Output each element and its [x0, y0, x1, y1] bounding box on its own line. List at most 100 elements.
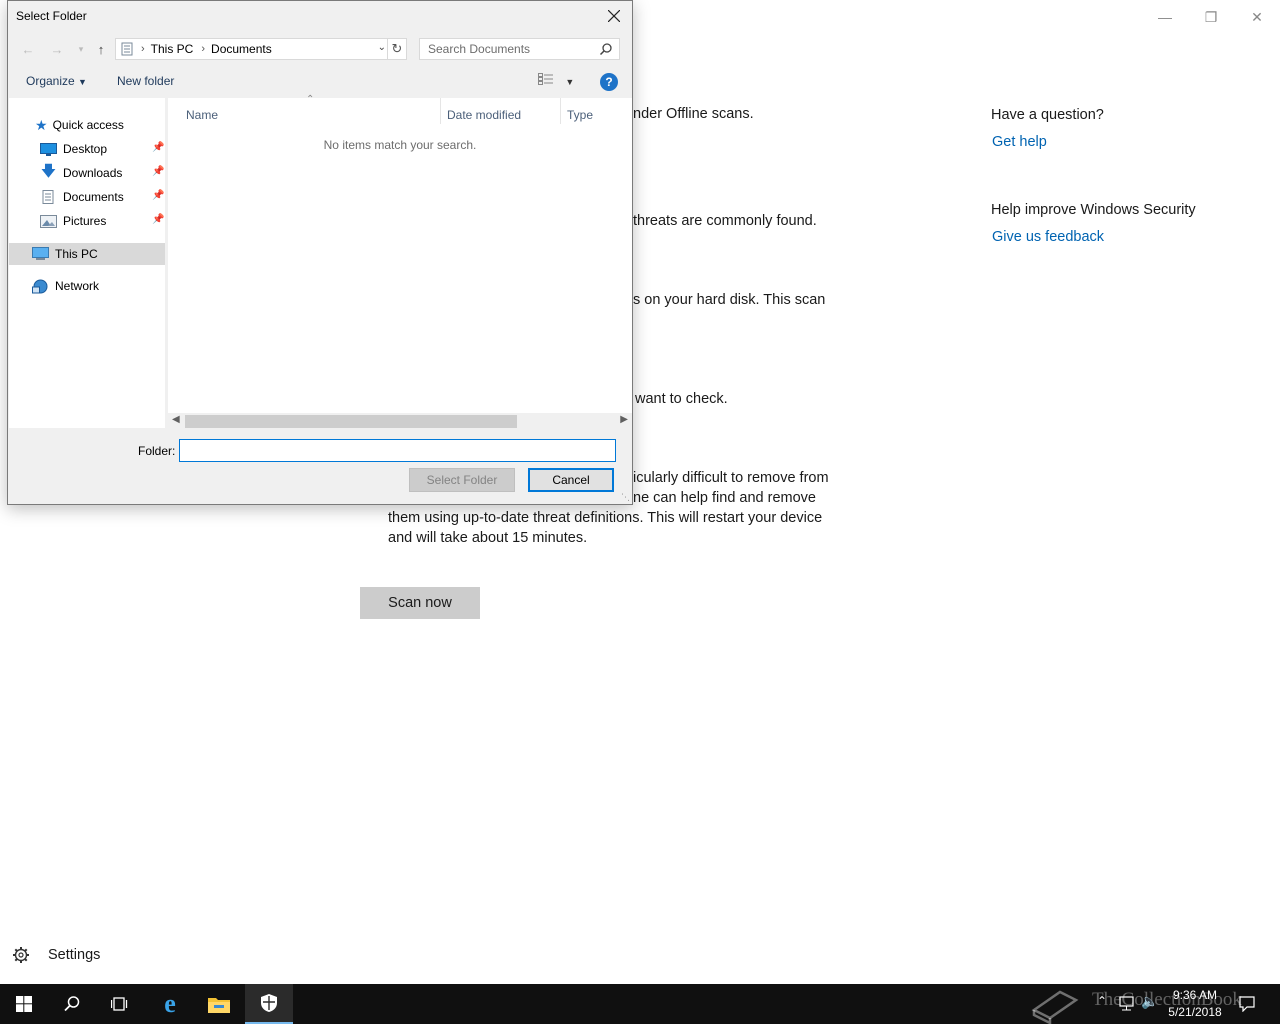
- nav-label: Desktop: [63, 142, 108, 156]
- recent-locations-button[interactable]: ▾: [72, 41, 90, 57]
- scrollbar-thumb[interactable]: [185, 415, 517, 428]
- view-details-icon: [538, 73, 553, 85]
- column-header-name[interactable]: Name: [186, 108, 218, 122]
- column-header-type[interactable]: Type: [567, 108, 593, 122]
- dropdown-arrow-icon: ▼: [78, 77, 87, 87]
- column-divider[interactable]: [440, 98, 441, 124]
- settings-nav-item[interactable]: Settings: [12, 946, 100, 964]
- select-folder-button[interactable]: Select Folder: [409, 468, 515, 492]
- dialog-close-button[interactable]: [602, 5, 626, 27]
- feedback-link[interactable]: Give us feedback: [992, 229, 1104, 245]
- breadcrumb-this-pc[interactable]: This PC: [151, 42, 194, 56]
- forward-button[interactable]: →: [48, 41, 66, 57]
- pin-icon[interactable]: 📌: [152, 166, 164, 177]
- refresh-button[interactable]: ↻: [387, 38, 407, 60]
- download-arrow-icon: 🡇: [40, 162, 57, 180]
- scan-now-button[interactable]: Scan now: [360, 587, 480, 619]
- documents-icon: [121, 42, 133, 56]
- folder-input[interactable]: [179, 439, 616, 462]
- nav-this-pc[interactable]: This PC: [9, 243, 165, 265]
- task-view-button[interactable]: [96, 984, 144, 1024]
- view-options-button[interactable]: ▼: [538, 73, 574, 88]
- search-icon: [64, 996, 80, 1012]
- nav-downloads[interactable]: 🡇 Downloads: [40, 162, 123, 184]
- windows-security-taskbar-button[interactable]: [245, 984, 293, 1024]
- close-icon: [608, 10, 620, 22]
- back-button[interactable]: ←: [19, 41, 37, 57]
- search-taskbar-button[interactable]: [48, 984, 96, 1024]
- select-folder-dialog: Select Folder ← → ▾ ↑ › This PC › Docume…: [7, 0, 633, 505]
- internet-explorer-icon: e: [164, 989, 176, 1018]
- get-help-link[interactable]: Get help: [992, 134, 1047, 150]
- gear-icon: [13, 947, 29, 963]
- resize-grip-icon[interactable]: ⋱: [621, 492, 630, 503]
- nav-label: Downloads: [63, 166, 123, 180]
- search-icon: [599, 43, 612, 56]
- sort-ascending-icon: ⌃: [306, 94, 315, 105]
- address-bar[interactable]: › This PC › Documents ⌄: [115, 38, 393, 60]
- clock-time[interactable]: 9:36 AM: [1162, 988, 1228, 1002]
- pin-icon[interactable]: 📌: [152, 142, 164, 153]
- description-line: ne can help find and remove: [633, 490, 816, 506]
- windows-logo-icon: [16, 996, 32, 1012]
- close-app-button[interactable]: ✕: [1234, 6, 1280, 28]
- dropdown-arrow-icon: ▼: [565, 77, 575, 87]
- nav-quick-access[interactable]: ★ Quick access: [35, 114, 124, 136]
- scroll-right-icon[interactable]: ▶: [620, 414, 628, 425]
- help-icon[interactable]: ?: [600, 73, 618, 91]
- file-explorer-button[interactable]: [195, 984, 243, 1024]
- description-line: and will take about 15 minutes.: [388, 530, 588, 546]
- pictures-icon: [40, 214, 57, 228]
- cancel-button[interactable]: Cancel: [528, 468, 614, 492]
- description-line: nder Offline scans.: [633, 106, 754, 122]
- description-line: threats are commonly found.: [633, 213, 817, 229]
- desktop-icon: [40, 142, 57, 156]
- restore-button[interactable]: ❐: [1188, 6, 1234, 28]
- search-placeholder: Search Documents: [428, 42, 531, 56]
- chevron-down-icon[interactable]: ⌄: [378, 42, 386, 53]
- breadcrumb-separator-icon: ›: [141, 43, 145, 55]
- question-heading: Have a question?: [991, 107, 1104, 123]
- description-line: them using up-to-date threat definitions…: [388, 510, 823, 526]
- navigation-pane: ★ Quick access Desktop 🡇 Downloads Docum…: [9, 98, 165, 428]
- search-input[interactable]: Search Documents: [419, 38, 620, 60]
- clock-date[interactable]: 5/21/2018: [1162, 1005, 1228, 1019]
- column-header-date-modified[interactable]: Date modified: [447, 108, 521, 122]
- file-list[interactable]: ⌃ Name Date modified Type No items match…: [168, 94, 632, 428]
- scroll-left-icon[interactable]: ◀: [172, 414, 180, 425]
- chevron-down-icon: ▾: [78, 43, 84, 54]
- documents-icon: [42, 190, 54, 204]
- up-button[interactable]: ↑: [92, 41, 110, 57]
- notifications-icon[interactable]: [1239, 996, 1255, 1012]
- internet-explorer-button[interactable]: e: [146, 984, 194, 1024]
- organize-button[interactable]: Organize ▼: [26, 74, 87, 88]
- nav-label: Network: [55, 279, 100, 293]
- new-folder-button[interactable]: New folder: [117, 74, 174, 88]
- nav-label: Pictures: [63, 214, 107, 228]
- arrow-right-icon: →: [50, 41, 64, 57]
- nav-network[interactable]: Network: [32, 275, 99, 297]
- nav-label: This PC: [55, 247, 98, 261]
- arrow-left-icon: ←: [21, 41, 35, 57]
- pin-icon[interactable]: 📌: [152, 190, 164, 201]
- column-divider[interactable]: [560, 98, 561, 124]
- breadcrumb-documents[interactable]: Documents: [211, 42, 272, 56]
- improve-heading: Help improve Windows Security: [991, 202, 1196, 218]
- nav-label: Documents: [63, 190, 124, 204]
- refresh-icon: ↻: [391, 41, 403, 56]
- nav-pictures[interactable]: Pictures: [40, 210, 106, 232]
- volume-icon[interactable]: 🔈: [1141, 993, 1158, 1010]
- nav-documents[interactable]: Documents: [40, 186, 124, 208]
- dialog-title: Select Folder: [16, 9, 87, 23]
- start-button[interactable]: [0, 984, 48, 1024]
- folder-icon: [208, 998, 230, 1013]
- minimize-button[interactable]: —: [1142, 6, 1188, 28]
- organize-label: Organize: [26, 74, 75, 88]
- pin-icon[interactable]: 📌: [152, 214, 164, 225]
- settings-label: Settings: [48, 947, 101, 963]
- network-tray-icon[interactable]: [1118, 996, 1136, 1012]
- chevron-up-icon[interactable]: ⌃: [1097, 994, 1107, 1008]
- watermark-book-logo: [1031, 990, 1079, 1024]
- horizontal-scrollbar[interactable]: ◀ ▶: [168, 413, 632, 430]
- breadcrumb-separator-icon: ›: [201, 43, 206, 55]
